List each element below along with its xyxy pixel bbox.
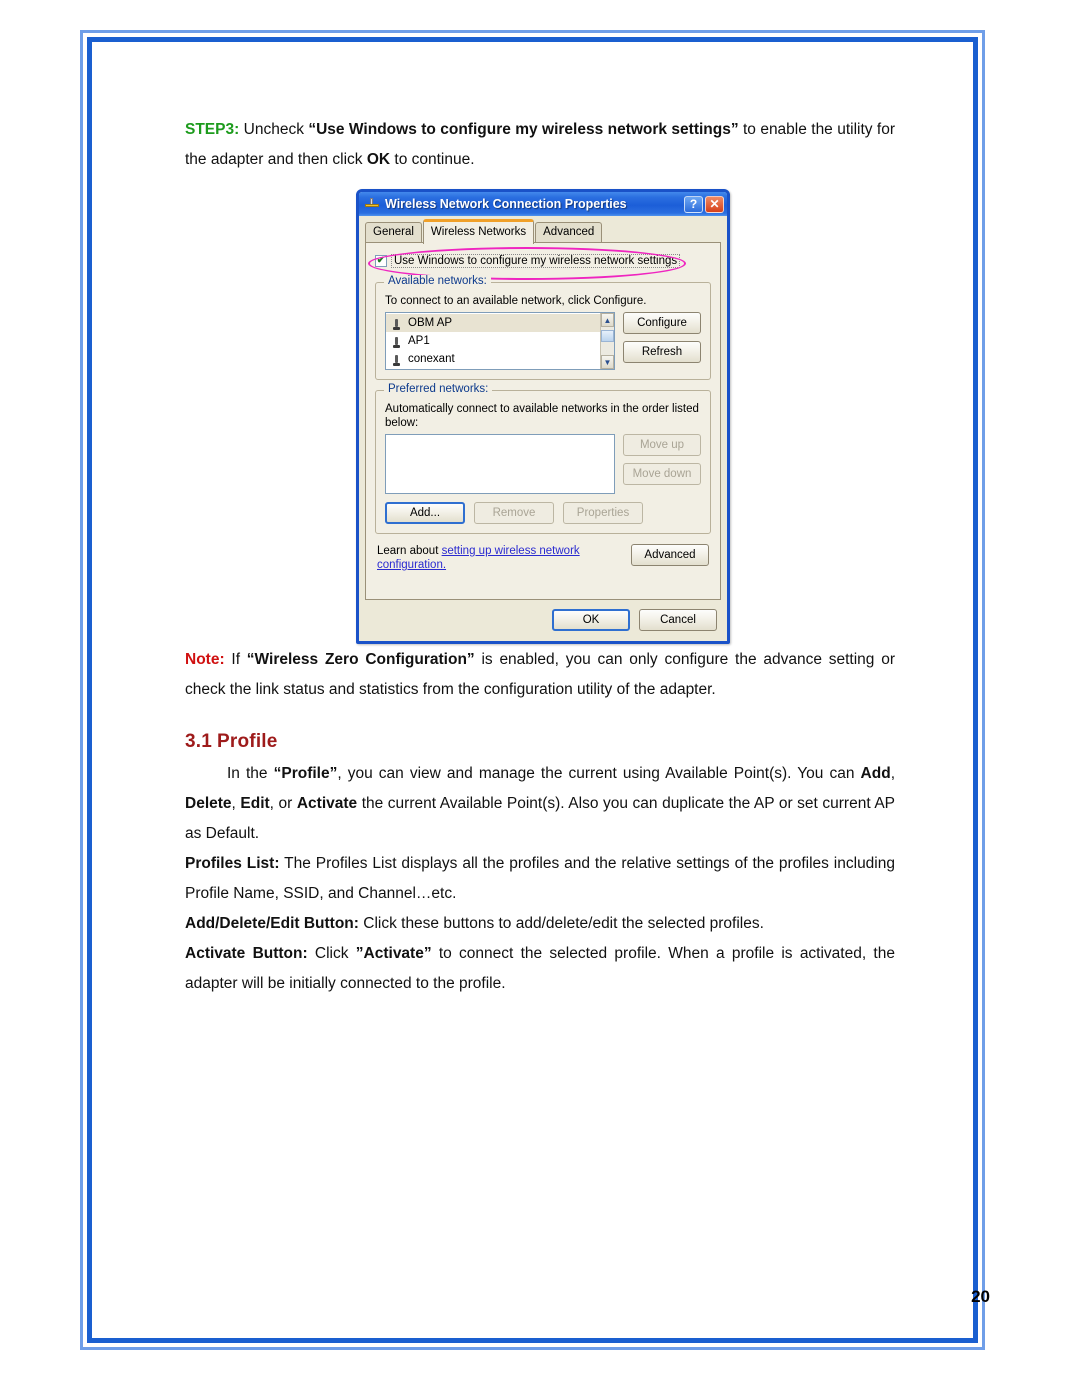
access-point-icon <box>391 317 402 330</box>
section-number: 3.1 <box>185 731 213 752</box>
configure-button[interactable]: Configure <box>623 312 701 334</box>
dialog-title: Wireless Network Connection Properties <box>385 197 627 211</box>
available-networks-group: Available networks: To connect to an ava… <box>375 275 711 380</box>
emphasis-text: Profiles List: <box>185 855 280 872</box>
section-body: In the “Profile”, you can view and manag… <box>185 759 895 999</box>
scroll-down-icon[interactable]: ▼ <box>601 355 614 369</box>
step3-paragraph: STEP3: Uncheck “Use Windows to configure… <box>185 115 895 175</box>
section-title: Profile <box>217 731 278 752</box>
dialog-tabstrip: General Wireless Networks Advanced <box>365 219 721 244</box>
network-connection-icon <box>364 196 380 212</box>
use-windows-checkbox[interactable]: ✔ <box>375 255 387 267</box>
properties-button[interactable]: Properties <box>563 502 643 524</box>
cancel-button[interactable]: Cancel <box>639 609 717 631</box>
use-windows-checkbox-label: Use Windows to configure my wireless net… <box>391 254 681 268</box>
step3-text-end: to continue. <box>390 151 475 168</box>
access-point-icon <box>391 353 402 366</box>
body-text: , or <box>269 795 297 812</box>
preferred-networks-bottom-buttons: Add... Remove Properties <box>385 502 701 524</box>
learn-about-row: Learn about setting up wireless network … <box>377 544 709 572</box>
emphasis-text: Add/Delete/Edit Button: <box>185 915 359 932</box>
preferred-networks-group: Preferred networks: Automatically connec… <box>375 383 711 534</box>
learn-about-text: Learn about setting up wireless network … <box>377 544 592 572</box>
body-text: , <box>890 765 895 782</box>
network-name: conexant <box>408 353 455 365</box>
scroll-up-icon[interactable]: ▲ <box>601 313 614 327</box>
network-name: OBM AP <box>408 317 453 329</box>
emphasis-text: Edit <box>240 795 270 812</box>
preferred-networks-description: Automatically connect to available netwo… <box>385 403 699 429</box>
page-number: 20 <box>971 1287 990 1306</box>
available-networks-items: OBM AP AP1 conexant <box>386 313 614 368</box>
step3-label: STEP3: <box>185 121 240 138</box>
dialog-titlebar[interactable]: Wireless Network Connection Properties ?… <box>359 192 727 216</box>
section-heading: 3.1 Profile <box>185 731 895 753</box>
list-item[interactable]: conexant <box>386 350 614 368</box>
preferred-networks-title: Preferred networks: <box>384 383 493 395</box>
section-paragraph: Activate Button: Click ”Activate” to con… <box>185 939 895 999</box>
remove-button[interactable]: Remove <box>474 502 554 524</box>
scrollbar-thumb[interactable] <box>601 330 614 342</box>
access-point-icon <box>391 335 402 348</box>
list-item[interactable]: OBM AP <box>386 314 614 332</box>
step3-ok-keyword: OK <box>366 151 391 168</box>
emphasis-text: Activate <box>296 795 358 812</box>
network-name: AP1 <box>408 335 430 347</box>
dialog-footer: OK Cancel <box>359 609 717 631</box>
note-text-before: If <box>224 651 247 668</box>
tab-advanced[interactable]: Advanced <box>535 222 603 242</box>
available-networks-description: To connect to an available network, clic… <box>385 295 647 307</box>
note-quoted-term: “Wireless Zero Configuration” <box>246 651 475 668</box>
list-item[interactable]: AP1 <box>386 332 614 350</box>
preferred-networks-side-buttons: Move up Move down <box>623 434 701 485</box>
add-button[interactable]: Add... <box>385 502 465 524</box>
emphasis-text: “Profile” <box>273 765 338 782</box>
section-paragraph: Profiles List: The Profiles List display… <box>185 849 895 909</box>
preferred-networks-listbox[interactable] <box>385 434 615 494</box>
close-icon[interactable]: ✕ <box>705 195 724 213</box>
section-paragraph: In the “Profile”, you can view and manag… <box>185 759 895 849</box>
advanced-button[interactable]: Advanced <box>631 544 709 566</box>
emphasis-text: Activate Button: <box>185 945 308 962</box>
step3-quoted-setting: “Use Windows to configure my wireless ne… <box>308 121 739 138</box>
ok-button[interactable]: OK <box>552 609 630 631</box>
move-up-button[interactable]: Move up <box>623 434 701 456</box>
emphasis-text: ”Activate” <box>355 945 432 962</box>
tab-wireless-networks[interactable]: Wireless Networks <box>422 219 535 244</box>
body-text: Click <box>307 945 356 962</box>
help-button[interactable]: ? <box>684 195 703 213</box>
available-networks-scrollbar[interactable]: ▲ ▼ <box>600 313 614 369</box>
learn-about-prefix: Learn about <box>377 545 442 557</box>
available-networks-listbox[interactable]: OBM AP AP1 conexant ▲ ▼ <box>385 312 615 370</box>
wireless-networks-tab-panel: ✔ Use Windows to configure my wireless n… <box>365 242 721 600</box>
step3-text-before: Uncheck <box>239 121 309 138</box>
move-down-button[interactable]: Move down <box>623 463 701 485</box>
note-paragraph: Note: If “Wireless Zero Configuration” i… <box>185 645 895 705</box>
tab-general[interactable]: General <box>365 222 422 242</box>
use-windows-checkbox-row[interactable]: ✔ Use Windows to configure my wireless n… <box>368 247 711 280</box>
emphasis-text: Add <box>860 765 891 782</box>
body-text: In the <box>227 765 274 782</box>
refresh-button[interactable]: Refresh <box>623 341 701 363</box>
emphasis-text: Delete <box>185 795 232 812</box>
body-text: Click these buttons to add/delete/edit t… <box>358 915 764 932</box>
body-text: , you can view and manage the current us… <box>337 765 861 782</box>
available-networks-buttons: Configure Refresh <box>623 312 701 363</box>
available-networks-title: Available networks: <box>384 275 491 287</box>
note-label: Note: <box>185 651 225 668</box>
wireless-network-connection-properties-dialog: Wireless Network Connection Properties ?… <box>356 189 730 644</box>
body-text: The Profiles List displays all the profi… <box>185 855 895 902</box>
section-paragraph: Add/Delete/Edit Button: Click these butt… <box>185 909 895 939</box>
